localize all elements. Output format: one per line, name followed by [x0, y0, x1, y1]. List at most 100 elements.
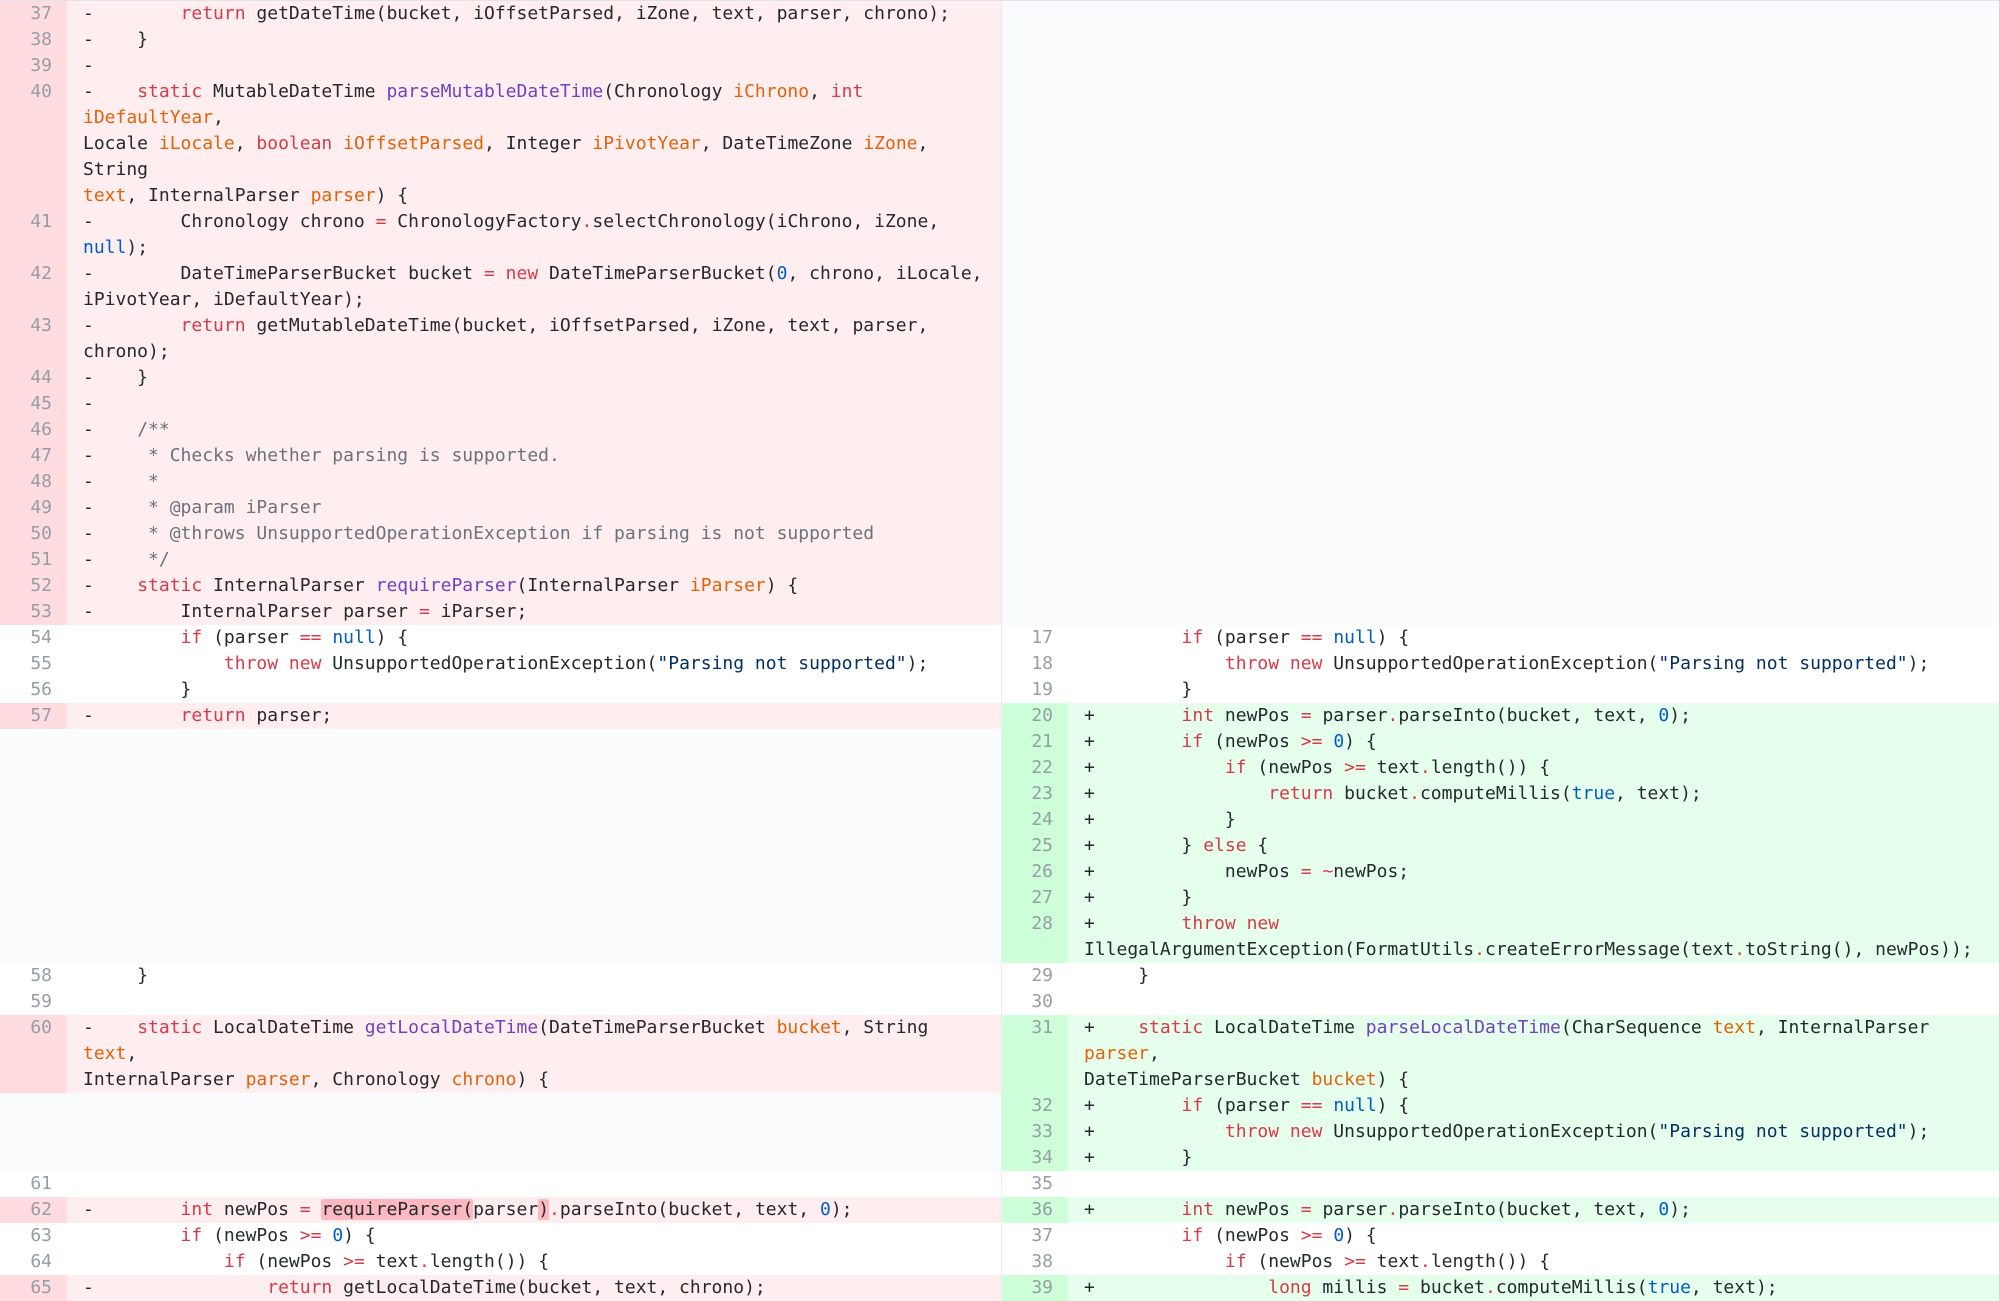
left-code-line: - DateTimeParserBucket bucket = new Date…	[67, 261, 1002, 313]
left-line-number[interactable]: 43	[0, 313, 67, 365]
left-line-number[interactable]: 40	[0, 79, 67, 209]
left-code-line: - return getLocalDateTime(bucket, text, …	[67, 1275, 1002, 1301]
right-line-number[interactable]: 28	[1002, 911, 1068, 963]
right-line-number[interactable]: 32	[1002, 1093, 1068, 1119]
code-token: - InternalParser parser	[83, 601, 419, 622]
left-line-number[interactable]: 58	[0, 963, 67, 989]
right-line-number[interactable]: 29	[1002, 963, 1068, 989]
code-token: + }	[1084, 1147, 1193, 1168]
code-token: }	[83, 965, 149, 986]
left-line-number[interactable]: 49	[0, 495, 67, 521]
left-line-number[interactable]: 53	[0, 599, 67, 625]
left-line-number	[0, 833, 67, 859]
code-token: throw	[1181, 913, 1236, 934]
code-token: );	[830, 1199, 853, 1220]
right-line-number[interactable]: 26	[1002, 859, 1068, 885]
left-line-number[interactable]: 47	[0, 443, 67, 469]
left-line-number[interactable]: 48	[0, 469, 67, 495]
left-line-number[interactable]: 63	[0, 1223, 67, 1249]
code-token: , DateTimeZone	[700, 133, 864, 154]
code-token: ==	[1300, 627, 1323, 648]
right-line-number[interactable]: 30	[1002, 989, 1068, 1015]
left-line-number[interactable]: 64	[0, 1249, 67, 1275]
left-line-number[interactable]: 42	[0, 261, 67, 313]
left-line-number[interactable]: 54	[0, 625, 67, 651]
code-token: iChrono	[733, 81, 810, 102]
right-line-number[interactable]: 39	[1002, 1275, 1068, 1301]
right-line-number[interactable]: 34	[1002, 1145, 1068, 1171]
left-line-number[interactable]: 45	[0, 391, 67, 417]
right-line-number	[1002, 53, 1068, 79]
right-code-line: }	[1068, 677, 1999, 703]
left-line-number[interactable]: 61	[0, 1171, 67, 1197]
left-line-number[interactable]: 59	[0, 989, 67, 1015]
left-line-number[interactable]: 44	[0, 365, 67, 391]
left-line-number[interactable]: 52	[0, 573, 67, 599]
code-token: =	[1300, 861, 1312, 882]
right-line-number[interactable]: 37	[1002, 1223, 1068, 1249]
left-line-number	[0, 859, 67, 885]
code-token: {	[1246, 835, 1269, 856]
code-token: true	[1571, 783, 1616, 804]
code-token: text	[1365, 1251, 1420, 1272]
code-token: .	[1734, 939, 1746, 960]
left-line-number[interactable]: 38	[0, 27, 67, 53]
right-code-line: }	[1068, 963, 1999, 989]
right-line-number[interactable]: 21	[1002, 729, 1068, 755]
left-code-line: - Chronology chrono = ChronologyFactory.…	[67, 209, 1002, 261]
code-token: -	[83, 549, 149, 570]
left-line-number	[0, 1119, 67, 1145]
right-line-number[interactable]: 24	[1002, 807, 1068, 833]
right-line-number[interactable]: 31	[1002, 1015, 1068, 1093]
right-line-number[interactable]: 17	[1002, 625, 1068, 651]
right-line-number[interactable]: 27	[1002, 885, 1068, 911]
code-token: (parser	[202, 627, 300, 648]
right-line-number[interactable]: 35	[1002, 1171, 1068, 1197]
code-token: parseMutableDateTime	[386, 81, 604, 102]
code-token: -	[83, 523, 149, 544]
code-token: -	[83, 497, 149, 518]
code-token: ) {	[1376, 1095, 1410, 1116]
right-line-number[interactable]: 38	[1002, 1249, 1068, 1275]
code-token: .	[1387, 1199, 1399, 1220]
code-token: parser	[245, 1069, 311, 1090]
left-line-number[interactable]: 57	[0, 703, 67, 729]
code-token: length()) {	[1430, 757, 1551, 778]
left-line-number[interactable]: 39	[0, 53, 67, 79]
code-token: =	[1398, 1277, 1410, 1298]
code-token: - Chronology chrono	[83, 211, 376, 232]
left-line-number[interactable]: 50	[0, 521, 67, 547]
left-line-number[interactable]: 37	[0, 1, 67, 27]
code-token: (newPos	[1246, 757, 1345, 778]
left-line-number[interactable]: 55	[0, 651, 67, 677]
code-token: if	[1181, 731, 1204, 752]
left-line-number[interactable]: 60	[0, 1015, 67, 1093]
left-code-line	[67, 781, 1002, 807]
left-line-number[interactable]: 46	[0, 417, 67, 443]
right-line-number[interactable]: 22	[1002, 755, 1068, 781]
left-line-number[interactable]: 41	[0, 209, 67, 261]
code-token: (parser	[1203, 627, 1301, 648]
code-token: bucket	[776, 1017, 842, 1038]
code-token: selectChronology(iChrono, iZone,	[592, 211, 950, 232]
left-line-number[interactable]: 51	[0, 547, 67, 573]
right-line-number[interactable]: 33	[1002, 1119, 1068, 1145]
right-line-number[interactable]: 23	[1002, 781, 1068, 807]
right-line-number[interactable]: 20	[1002, 703, 1068, 729]
code-token: return	[1268, 783, 1334, 804]
left-line-number[interactable]: 65	[0, 1275, 67, 1301]
right-line-number[interactable]: 25	[1002, 833, 1068, 859]
code-token: )	[538, 1199, 550, 1220]
left-line-number[interactable]: 56	[0, 677, 67, 703]
right-line-number[interactable]: 18	[1002, 651, 1068, 677]
code-token: ) {	[1376, 1069, 1410, 1090]
code-token: return	[267, 1277, 333, 1298]
right-line-number	[1002, 313, 1068, 365]
right-line-number[interactable]: 19	[1002, 677, 1068, 703]
code-token: -	[83, 3, 105, 24]
code-token: parser	[1084, 1043, 1150, 1064]
right-code-line	[1068, 261, 1999, 313]
code-token: 0	[332, 1225, 344, 1246]
